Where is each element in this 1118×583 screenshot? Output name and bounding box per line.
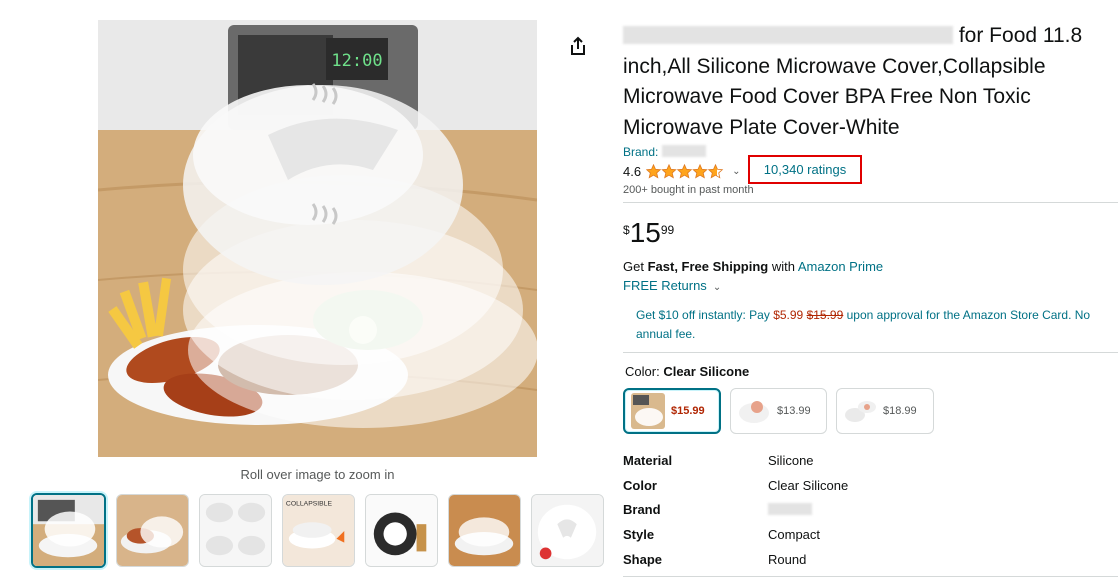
thumbnail-2[interactable]	[116, 494, 189, 567]
shipping-with: with	[771, 259, 795, 274]
price: $ 15 99	[623, 217, 674, 249]
shipping-get: Get	[623, 259, 644, 274]
swatch-3[interactable]: $18.99	[836, 388, 934, 434]
bought-count: 200+ bought in past month	[623, 184, 754, 196]
title-visible-start: for Food 11.8	[958, 24, 1083, 47]
swatch-2-price: $13.99	[777, 405, 811, 417]
ratings-count-link[interactable]: 10,340 ratings	[748, 155, 862, 184]
promo-new-price: $5.99	[773, 308, 804, 322]
star-rating[interactable]	[646, 163, 724, 179]
thumbnail-6[interactable]	[448, 494, 521, 567]
thumbnail-7[interactable]	[531, 494, 604, 567]
title-redacted	[623, 26, 953, 44]
spec-key: Brand	[623, 502, 661, 518]
spec-value: Clear Silicone	[768, 477, 849, 493]
swatch-3-image	[843, 393, 877, 429]
divider	[623, 352, 1118, 353]
spec-key: Style	[623, 527, 655, 543]
brand-value-redacted	[768, 503, 812, 516]
thumbnail-4[interactable]: COLLAPSIBLE	[282, 494, 355, 567]
title-rest: inch,All Silicone Microwave Cover,Collap…	[623, 54, 1046, 139]
color-value: Clear Silicone	[663, 364, 750, 379]
color-label: Color:	[625, 364, 660, 379]
spec-value: Compact	[768, 527, 821, 543]
brand-redacted	[661, 145, 706, 157]
thumbnail-1[interactable]	[31, 493, 106, 568]
free-returns-link[interactable]: FREE Returns ⌄	[623, 278, 721, 293]
share-icon	[571, 36, 585, 55]
product-specs: Material Silicone Color Clear Silicone B…	[623, 448, 848, 572]
swatch-3-price: $18.99	[883, 405, 917, 417]
microwave-clock: 12:00	[331, 51, 382, 71]
spec-row: Shape Round	[623, 547, 848, 572]
store-card-promo[interactable]: Get $10 off instantly: Pay $5.99 $15.99 …	[636, 306, 1118, 344]
brand-link[interactable]: Brand:	[623, 145, 706, 159]
promo-old-price: $15.99	[806, 308, 844, 322]
product-title: for Food 11.8 inch,All Silicone Microwav…	[623, 21, 1118, 143]
free-returns-label: FREE Returns	[623, 278, 707, 293]
swatch-1-image	[631, 393, 665, 429]
rating-row: 4.6 ⌄	[623, 162, 740, 180]
spec-key: Color	[623, 477, 657, 493]
rating-value: 4.6	[623, 163, 642, 179]
spec-row: Color Clear Silicone	[623, 473, 848, 498]
swatch-1[interactable]: $15.99	[623, 388, 721, 434]
price-symbol: $	[623, 223, 630, 237]
color-selection-label: Color: Clear Silicone	[625, 364, 749, 379]
shipping-info: Get Fast, Free Shipping with Amazon Prim…	[623, 259, 883, 274]
divider	[623, 202, 1118, 203]
price-fraction: 99	[660, 223, 675, 237]
spec-value: Round	[768, 552, 807, 568]
chevron-down-icon[interactable]: ⌄	[732, 166, 740, 177]
spec-value	[768, 502, 812, 517]
brand-prefix: Brand:	[623, 145, 659, 159]
thumbnail-strip: COLLAPSIBLE	[31, 493, 604, 568]
share-button[interactable]	[566, 34, 590, 58]
spec-value: Silicone	[768, 452, 814, 468]
swatch-2[interactable]: $13.99	[730, 388, 827, 434]
divider	[623, 576, 1118, 577]
thumbnail-3[interactable]	[199, 494, 272, 567]
chevron-down-icon: ⌄	[712, 282, 722, 293]
swatch-2-image	[737, 393, 771, 429]
spec-key: Shape	[623, 552, 663, 568]
price-whole: 15	[629, 217, 661, 248]
spec-row: Material Silicone	[623, 448, 848, 473]
spec-row: Brand	[623, 498, 848, 523]
spec-key: Material	[623, 452, 673, 468]
thumbnail-5[interactable]	[365, 494, 438, 567]
zoom-hint: Roll over image to zoom in	[240, 467, 395, 482]
shipping-fast-free: Fast, Free Shipping	[647, 259, 769, 274]
color-swatches: $15.99 $13.99 $18.99	[623, 388, 934, 434]
stars-icon	[646, 163, 723, 178]
main-product-image[interactable]: 12:00	[98, 20, 537, 457]
amazon-prime-link[interactable]: Amazon Prime	[798, 259, 883, 274]
spec-row: Style Compact	[623, 522, 848, 547]
thumb4-caption: COLLAPSIBLE	[286, 501, 333, 508]
swatch-1-price: $15.99	[671, 405, 705, 417]
promo-part1: Get $10 off instantly: Pay	[636, 308, 770, 322]
